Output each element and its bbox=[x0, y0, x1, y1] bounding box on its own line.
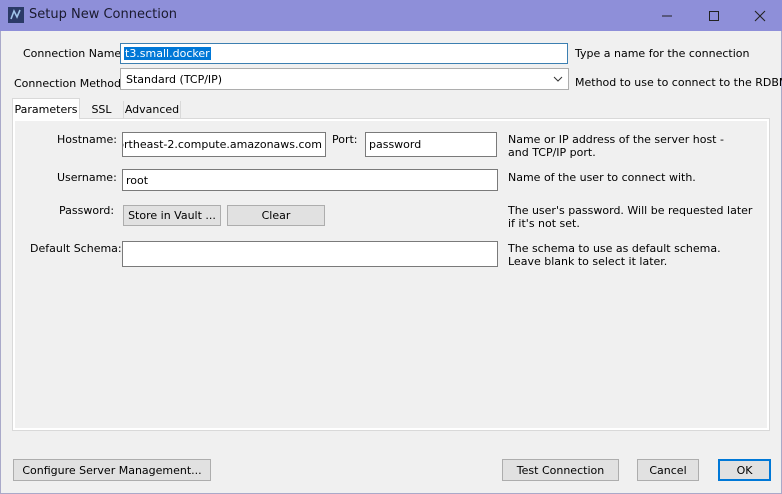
tab-advanced-label: Advanced bbox=[124, 103, 180, 116]
ok-button[interactable]: OK bbox=[718, 459, 771, 481]
clear-password-button[interactable]: Clear bbox=[227, 205, 325, 226]
connection-method-select[interactable]: Standard (TCP/IP) bbox=[120, 68, 569, 90]
connection-method-label: Connection Method: bbox=[14, 77, 125, 90]
mysql-workbench-icon bbox=[8, 7, 24, 23]
password-label: Password: bbox=[59, 204, 115, 217]
connection-name-value: t3.small.docker bbox=[124, 47, 211, 60]
configure-server-management-button[interactable]: Configure Server Management... bbox=[13, 459, 211, 481]
connection-method-description: Method to use to connect to the RDBMS bbox=[575, 76, 782, 89]
tab-parameters-label: Parameters bbox=[14, 102, 78, 116]
window-title: Setup New Connection bbox=[29, 7, 178, 22]
test-connection-button[interactable]: Test Connection bbox=[502, 459, 619, 481]
port-label: Port: bbox=[332, 133, 358, 146]
maximize-button[interactable] bbox=[691, 0, 737, 31]
port-value: password bbox=[369, 138, 422, 151]
tab-ssl-label: SSL bbox=[91, 103, 112, 116]
username-value: root bbox=[126, 173, 149, 187]
hostname-label: Hostname: bbox=[57, 133, 117, 146]
chevron-down-icon bbox=[553, 76, 563, 82]
connection-name-description: Type a name for the connection bbox=[575, 47, 750, 60]
tab-advanced[interactable]: Advanced bbox=[124, 101, 181, 118]
username-label: Username: bbox=[57, 171, 117, 184]
default-schema-label: Default Schema: bbox=[30, 242, 122, 255]
close-button[interactable] bbox=[737, 0, 782, 31]
password-description: The user's password. Will be requested l… bbox=[508, 204, 753, 230]
cancel-button[interactable]: Cancel bbox=[637, 459, 699, 481]
minimize-icon bbox=[662, 15, 672, 16]
username-input[interactable]: root bbox=[122, 169, 498, 191]
minimize-button[interactable] bbox=[644, 0, 690, 31]
connection-method-value: Standard (TCP/IP) bbox=[126, 72, 223, 86]
port-input[interactable]: password bbox=[365, 132, 497, 157]
tab-ssl[interactable]: SSL bbox=[80, 101, 124, 118]
maximize-icon bbox=[709, 10, 719, 21]
username-description: Name of the user to connect with. bbox=[508, 171, 696, 184]
default-schema-description: The schema to use as default schema. Lea… bbox=[508, 242, 721, 268]
close-icon bbox=[754, 10, 766, 21]
hostname-input[interactable]: ap-northeast-2.compute.amazonaws.com bbox=[122, 132, 326, 157]
default-schema-input[interactable] bbox=[122, 241, 498, 267]
parameters-panel-content bbox=[15, 121, 767, 428]
connection-name-label: Connection Name: bbox=[23, 47, 125, 60]
connection-name-input[interactable]: t3.small.docker bbox=[120, 43, 568, 64]
tab-parameters[interactable]: Parameters bbox=[12, 98, 80, 119]
hostname-value: ap-northeast-2.compute.amazonaws.com bbox=[123, 138, 322, 151]
hostname-description: Name or IP address of the server host - … bbox=[508, 133, 724, 159]
store-in-vault-button[interactable]: Store in Vault ... bbox=[123, 205, 221, 226]
